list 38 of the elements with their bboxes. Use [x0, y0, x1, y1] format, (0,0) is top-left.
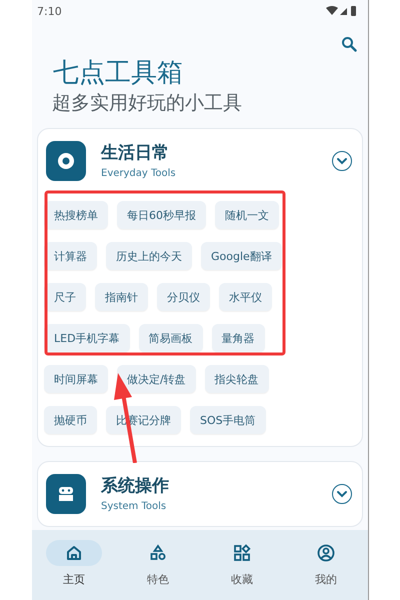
tool-chip[interactable]: 每日60秒早报 — [117, 201, 206, 229]
app-subtitle: 超多实用好玩的小工具 — [52, 91, 243, 116]
category-subtitle: System Tools — [101, 500, 168, 514]
nav-tab[interactable]: 我的 — [298, 540, 354, 587]
tool-chip[interactable]: 随机一文 — [215, 201, 279, 229]
person-icon — [317, 544, 335, 562]
tool-chip[interactable]: 指南针 — [95, 283, 148, 311]
tool-chip[interactable]: Google翻译 — [201, 242, 282, 270]
tool-chip[interactable]: 计算器 — [44, 242, 97, 270]
status-icons — [326, 5, 358, 17]
category-title: 系统操作 — [101, 475, 170, 498]
gear-icon — [46, 141, 86, 181]
tool-chip[interactable]: SOS手电筒 — [190, 406, 266, 434]
expand-toggle[interactable] — [332, 151, 352, 171]
home-icon — [65, 544, 83, 562]
app-title: 七点工具箱 — [53, 57, 184, 90]
tool-chip[interactable]: 简易画板 — [138, 324, 203, 352]
tool-chip[interactable]: 做决定/转盘 — [117, 365, 196, 393]
expand-toggle[interactable] — [332, 484, 352, 504]
tool-chip[interactable]: 尺子 — [44, 283, 86, 311]
tool-chip[interactable]: 分贝仪 — [157, 283, 210, 311]
nav-tab[interactable]: 特色 — [130, 540, 186, 587]
tool-chip[interactable]: 指尖轮盘 — [204, 365, 269, 393]
tool-chip[interactable]: 时间屏幕 — [44, 365, 108, 393]
search-icon[interactable] — [341, 36, 357, 52]
tool-chip[interactable]: 量角器 — [212, 324, 265, 352]
category-subtitle: Everyday Tools — [101, 167, 177, 181]
tool-chip[interactable]: 抛硬币 — [44, 406, 97, 434]
category-title: 生活日常 — [101, 142, 170, 165]
robot-icon — [46, 474, 86, 514]
status-time: 7:10 — [37, 4, 62, 18]
tool-chip[interactable]: LED手机字幕 — [44, 324, 130, 352]
nav-tab[interactable]: 收藏 — [214, 540, 270, 587]
grid-icon — [233, 544, 251, 562]
tool-chip[interactable]: 水平仪 — [219, 283, 272, 311]
shapes-icon — [149, 544, 167, 562]
tool-chip[interactable]: 热搜榜单 — [44, 201, 108, 229]
tool-chip[interactable]: 历史上的今天 — [106, 242, 192, 270]
